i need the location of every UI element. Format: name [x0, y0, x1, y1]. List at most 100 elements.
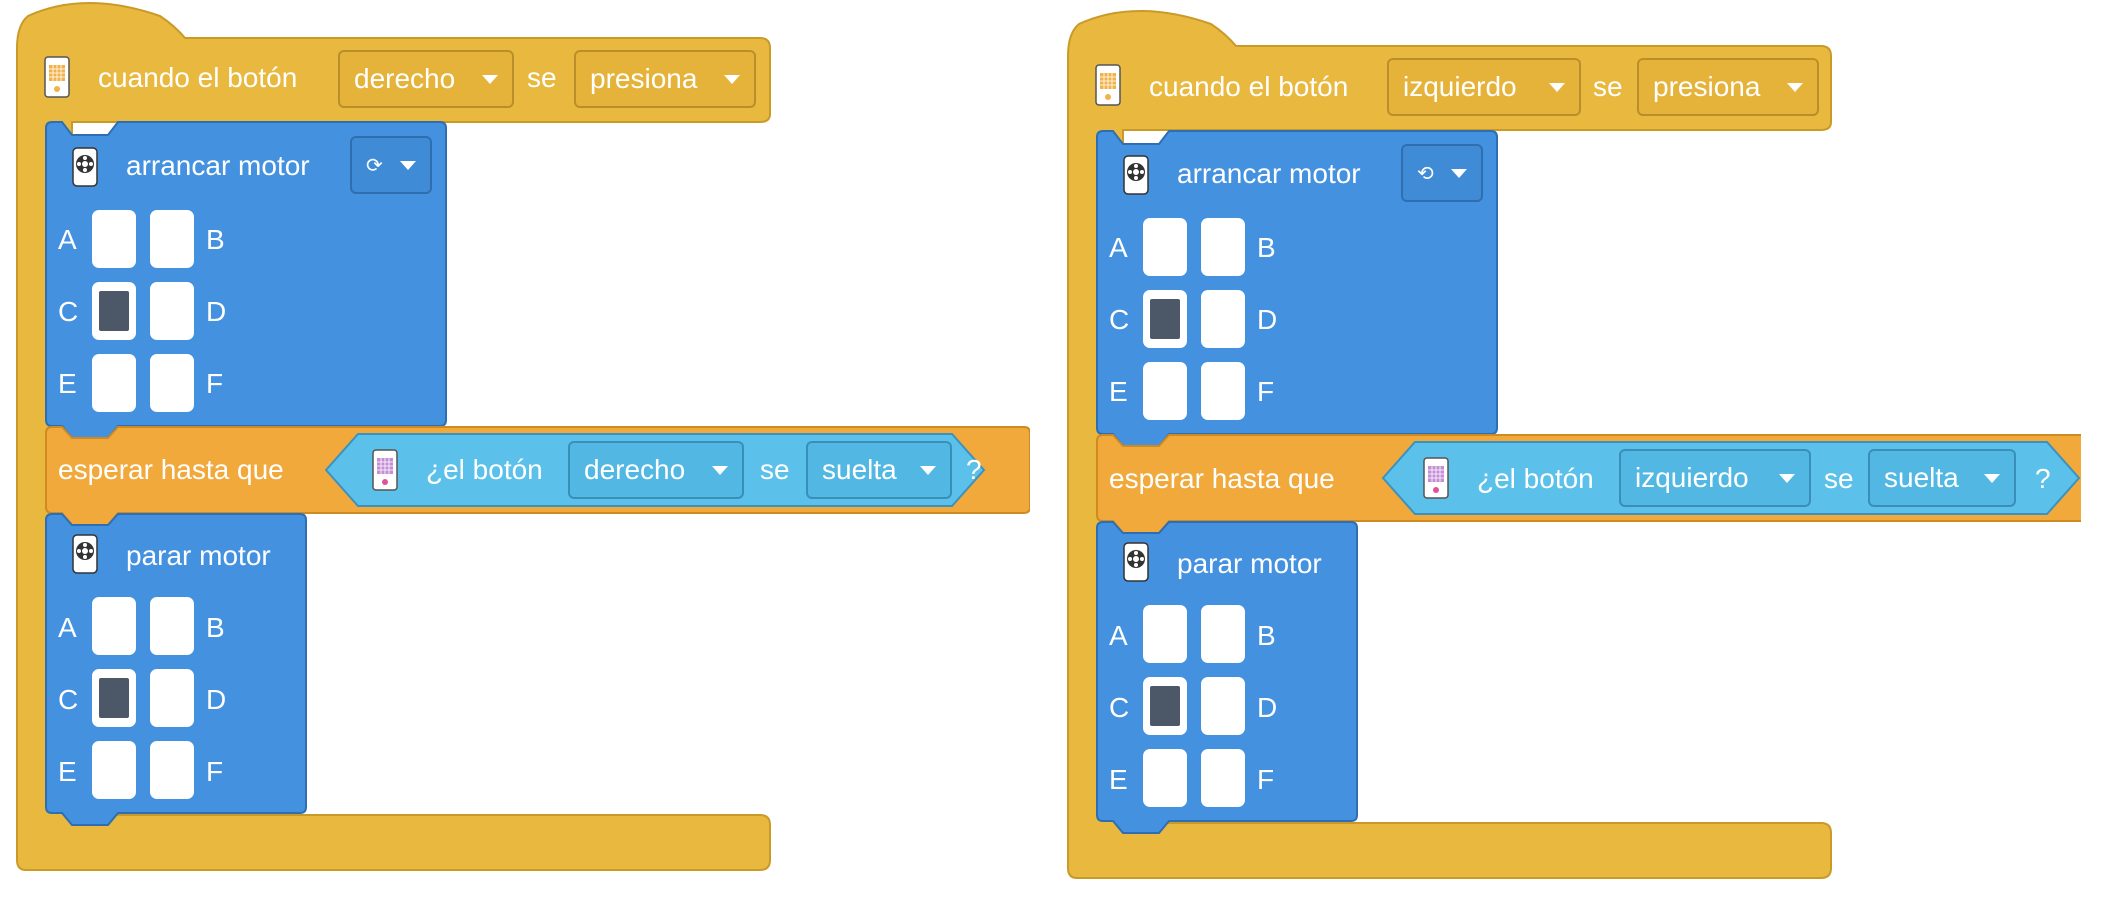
port-label-e: E: [1109, 376, 1128, 407]
port-d[interactable]: [1201, 290, 1245, 348]
port-f[interactable]: [1201, 749, 1245, 807]
question-mark: ?: [966, 454, 982, 485]
motor-icon: [1123, 155, 1149, 195]
port-d[interactable]: [150, 282, 194, 340]
port-label-e: E: [58, 368, 77, 399]
port-label-b: B: [1257, 232, 1276, 263]
state-value: suelta: [822, 454, 897, 485]
dropdown-arrow-icon: [1779, 474, 1795, 483]
port-label-d: D: [1257, 692, 1278, 723]
wait-se-label: se: [760, 454, 790, 485]
motor-icon: [72, 534, 98, 574]
port-d[interactable]: [150, 669, 194, 727]
port-label-b: B: [206, 612, 225, 643]
port-label-a: A: [1109, 232, 1128, 263]
direction-icon: ⟳: [366, 154, 383, 177]
dropdown-arrow-icon: [724, 75, 740, 84]
port-a[interactable]: [92, 210, 136, 268]
port-f[interactable]: [150, 741, 194, 799]
wait-label: esperar hasta que: [58, 454, 284, 485]
event-label: cuando el botón: [98, 62, 298, 93]
dropdown-arrow-icon: [1984, 474, 2000, 483]
port-a[interactable]: [1143, 218, 1187, 276]
dropdown-arrow-icon: [1787, 83, 1803, 92]
question-label: ¿el botón: [1477, 463, 1594, 494]
button-value: izquierdo: [1403, 71, 1517, 102]
stop-motor-label: parar motor: [126, 540, 271, 571]
wait-button-dropdown[interactable]: derecho: [568, 441, 744, 499]
dropdown-arrow-icon: [920, 466, 936, 475]
button-dropdown[interactable]: derecho: [338, 50, 514, 108]
port-label-d: D: [206, 684, 227, 715]
port-label-a: A: [58, 612, 77, 643]
port-e[interactable]: [1143, 749, 1187, 807]
state-value: suelta: [1884, 462, 1959, 493]
wait-button-value: derecho: [584, 454, 686, 485]
start-motor-label: arrancar motor: [1177, 158, 1361, 189]
port-c[interactable]: [1143, 677, 1187, 735]
port-b[interactable]: [1201, 605, 1245, 663]
port-e[interactable]: [92, 354, 136, 412]
port-label-d: D: [1257, 304, 1278, 335]
wait-button-dropdown[interactable]: izquierdo: [1619, 449, 1811, 507]
port-c[interactable]: [92, 669, 136, 727]
port-a[interactable]: [1143, 605, 1187, 663]
dropdown-arrow-icon: [712, 466, 728, 475]
port-label-c: C: [58, 684, 79, 715]
script-1[interactable]: cuando el botón derecho se presiona arra…: [0, 0, 1030, 904]
port-label-f: F: [206, 368, 224, 399]
port-label-e: E: [1109, 764, 1128, 795]
button-dropdown[interactable]: izquierdo: [1387, 58, 1581, 116]
button-value: derecho: [354, 63, 456, 94]
dropdown-arrow-icon: [1451, 169, 1467, 178]
port-e[interactable]: [92, 741, 136, 799]
port-label-c: C: [1109, 692, 1130, 723]
direction-icon: ⟲: [1417, 162, 1434, 185]
port-b[interactable]: [1201, 218, 1245, 276]
hub-icon: [1095, 64, 1121, 106]
question-label: ¿el botón: [426, 454, 543, 485]
state-dropdown[interactable]: suelta: [806, 441, 952, 499]
action-dropdown[interactable]: presiona: [1637, 58, 1819, 116]
port-label-b: B: [206, 224, 225, 255]
port-c[interactable]: [1143, 290, 1187, 348]
port-label-e: E: [58, 756, 77, 787]
port-label-b: B: [1257, 620, 1276, 651]
port-label-f: F: [1257, 376, 1275, 407]
wait-label: esperar hasta que: [1109, 463, 1335, 494]
script-2[interactable]: cuando el botón izquierdo se presiona ar…: [1051, 0, 2081, 904]
port-f[interactable]: [1201, 362, 1245, 420]
motor-icon: [1123, 542, 1149, 582]
port-label-a: A: [1109, 620, 1128, 651]
hub-icon: [44, 56, 70, 98]
motor-icon: [72, 147, 98, 187]
action-value: presiona: [590, 63, 698, 94]
port-label-f: F: [206, 756, 224, 787]
port-c[interactable]: [92, 282, 136, 340]
port-b[interactable]: [150, 210, 194, 268]
dropdown-arrow-icon: [400, 161, 416, 170]
port-b[interactable]: [150, 597, 194, 655]
se-label: se: [1593, 71, 1623, 102]
direction-dropdown[interactable]: ⟳: [350, 136, 432, 194]
start-motor-label: arrancar motor: [126, 150, 310, 181]
stop-motor-label: parar motor: [1177, 548, 1322, 579]
port-label-d: D: [206, 296, 227, 327]
wait-button-value: izquierdo: [1635, 462, 1749, 493]
port-e[interactable]: [1143, 362, 1187, 420]
port-f[interactable]: [150, 354, 194, 412]
direction-dropdown[interactable]: ⟲: [1401, 144, 1483, 202]
action-dropdown[interactable]: presiona: [574, 50, 756, 108]
se-label: se: [527, 62, 557, 93]
port-a[interactable]: [92, 597, 136, 655]
event-label: cuando el botón: [1149, 71, 1349, 102]
hub-icon: [1423, 457, 1449, 499]
state-dropdown[interactable]: suelta: [1868, 449, 2016, 507]
port-label-f: F: [1257, 764, 1275, 795]
action-value: presiona: [1653, 71, 1761, 102]
wait-se-label: se: [1824, 463, 1854, 494]
question-mark: ?: [2035, 463, 2051, 494]
port-label-c: C: [1109, 304, 1130, 335]
hub-icon: [372, 449, 398, 491]
port-d[interactable]: [1201, 677, 1245, 735]
